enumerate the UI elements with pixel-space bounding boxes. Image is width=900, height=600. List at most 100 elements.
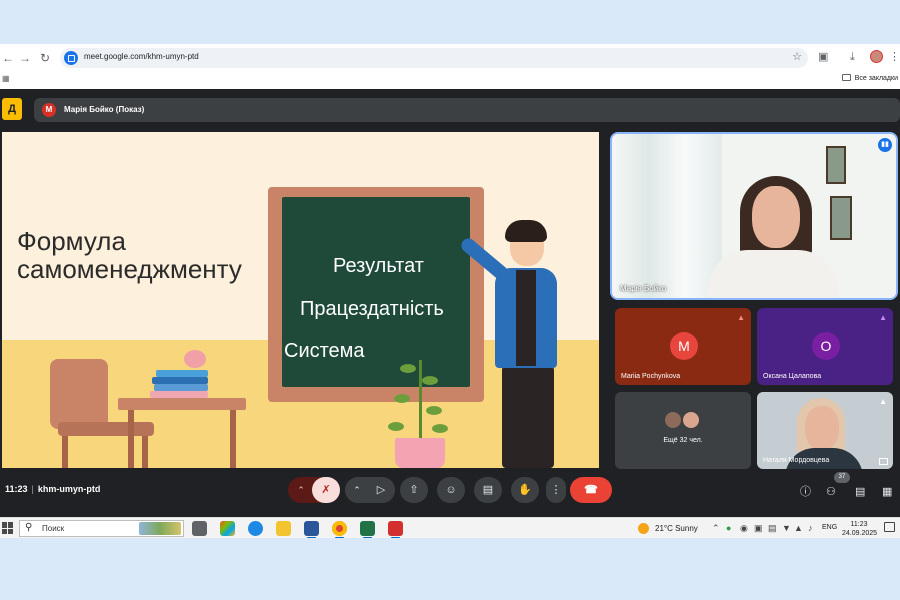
chrome-icon[interactable] [332,521,347,538]
participant-name: Mariia Pochynkova [621,373,681,380]
menu-dots-icon[interactable]: ⋮ [889,50,900,64]
meeting-info: 11:23 | khm-umyn-ptd [5,484,101,494]
tray-chevron-icon[interactable]: ⌃ [712,523,720,534]
participant-avatar [663,410,683,430]
teacher-legs [502,366,554,468]
meeting-time: 11:23 [5,484,28,494]
weather-text[interactable]: 21°C Sunny [655,524,698,533]
chair-leg [142,436,148,468]
meet-site-icon [64,51,78,65]
word-icon[interactable] [304,521,319,538]
search-icon: ⚲ [25,522,33,533]
search-label: Поиск [42,524,65,533]
tray-app-icon[interactable]: ● [726,523,731,534]
camera-options-chevron-icon[interactable]: ⌃ [346,477,368,503]
participant-tile[interactable]: О Оксана Цалапова ▲ [757,308,893,385]
copilot-icon[interactable] [220,521,235,536]
mic-off-icon: ▲ [879,397,887,406]
edge-icon[interactable] [248,521,263,536]
plant-leaf [388,422,404,431]
plant-leaf [422,376,438,385]
camera-toggle-button[interactable]: ▷ [367,477,395,503]
board-line-system: Система [284,340,365,362]
book [152,377,208,384]
clock-time: 11:23 [850,521,868,528]
download-icon[interactable]: ⤓ [850,50,855,64]
windows-taskbar: ⚲ Поиск 21°C Sunny ⌃ ● ◉ ▣ ▤ ▼ ▲ ♪ ENG 1… [0,517,900,538]
taskbar-search[interactable]: ⚲ Поиск [19,520,184,537]
activities-icon[interactable]: ▦ [882,486,892,498]
present-screen-button[interactable]: ⇧ [400,477,428,503]
self-view-tile[interactable]: Марія Бойко ▮▮ [610,132,898,300]
forward-icon[interactable]: → [17,50,33,66]
network-icon[interactable]: ▲ [794,523,803,534]
mic-toggle-button[interactable]: ✗ [312,477,340,503]
presenter-avatar: M [42,103,56,117]
apps-grid-icon[interactable]: ▦ [2,74,10,83]
browser-toolbar: ← → ↻ meet.google.com/khm-umyn-ptd ☆ ▣ ⤓… [0,44,900,89]
self-view-name: Марія Бойко [620,284,667,293]
pip-icon[interactable] [879,458,888,465]
pdf-reader-icon[interactable] [388,521,403,538]
screen: ← → ↻ meet.google.com/khm-umyn-ptd ☆ ▣ ⤓… [0,44,900,538]
captions-button[interactable]: ▤ [474,477,502,503]
reactions-button[interactable]: ☺ [437,477,465,503]
chair-leg [62,436,68,468]
participant-name: Оксана Цалапова [763,373,822,380]
shared-screen-slide[interactable]: Формула самоменеджменту Результат Працез… [2,132,599,468]
plant-leaf [432,424,448,433]
profile-avatar[interactable] [870,50,883,63]
tray-app-icon[interactable]: ▤ [768,523,777,534]
table-illustration [118,398,246,410]
tray-app-icon[interactable]: ◉ [740,523,748,534]
chat-icon[interactable]: ▤ [855,486,865,498]
windows-start-icon[interactable] [2,522,14,534]
system-clock[interactable]: 11:23 24.09.2025 [842,520,878,538]
slide-title-line2: самоменеджменту [17,254,242,284]
file-explorer-icon[interactable] [276,521,291,536]
chair-illustration [50,359,108,429]
book [156,370,208,377]
usb-icon[interactable]: ▼ [782,523,791,534]
mic-options-chevron-icon[interactable]: ⌃ [290,477,312,503]
meeting-code: khm-umyn-ptd [37,484,101,494]
wall-picture [826,146,846,184]
participant-tile[interactable]: Наталя Мордовцева ▲ [757,392,893,469]
mic-off-icon: ▲ [879,313,887,322]
volume-icon[interactable]: ♪ [808,523,813,534]
others-count-label: Ещё 32 чел. [663,437,703,444]
speaking-indicator-icon: ▮▮ [878,138,892,152]
people-icon[interactable]: ⚇ [826,486,836,498]
more-options-button[interactable]: ⋮ [546,477,566,503]
address-bar[interactable]: meet.google.com/khm-umyn-ptd ☆ [60,48,808,68]
slide-title: Формула самоменеджменту [17,227,242,283]
bookmark-star-icon[interactable]: ☆ [792,50,802,63]
mic-off-icon: ▲ [737,313,745,322]
plant-pot [395,438,445,468]
language-indicator[interactable]: ENG [822,524,837,531]
others-tile[interactable]: Ещё 32 чел. [615,392,751,469]
meeting-details-icon[interactable]: ⓘ [800,486,811,498]
participant-tile[interactable]: M Mariia Pochynkova ▲ [615,308,751,385]
meet-window: Д M Марія Бойко (Показ) Формула самомене… [0,89,900,517]
folder-icon [841,74,851,81]
reload-icon[interactable]: ↻ [37,50,53,66]
book [154,384,208,391]
raise-hand-button[interactable]: ✋ [511,477,539,503]
teacher-shirt [516,270,536,366]
leave-call-button[interactable]: ☎ [570,477,612,503]
url-text: meet.google.com/khm-umyn-ptd [84,52,199,61]
board-line-capacity: Працездатність [300,298,444,320]
task-view-icon[interactable] [192,521,207,536]
notifications-icon[interactable] [884,522,895,532]
bookmarks-label: Все закладки [854,75,898,82]
excel-icon[interactable] [360,521,375,538]
clock-date: 24.09.2025 [842,530,878,537]
tray-app-icon[interactable]: ▣ [754,523,763,534]
back-icon[interactable]: ← [0,50,16,66]
weather-icon[interactable] [638,523,649,534]
presenter-bar: M Марія Бойко (Показ) [34,98,900,122]
extensions-icon[interactable]: ▣ [818,50,828,64]
all-bookmarks[interactable]: Все закладки [841,74,898,82]
slide-title-line1: Формула [17,226,126,256]
